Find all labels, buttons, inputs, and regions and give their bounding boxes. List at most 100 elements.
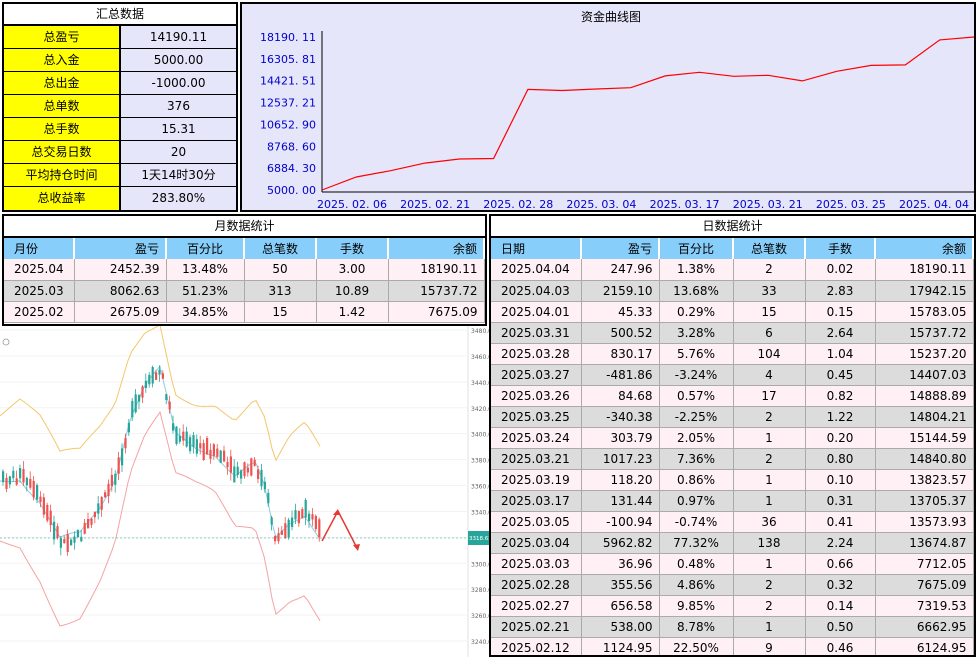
monthly-cell: 10.89 xyxy=(316,280,389,302)
candle xyxy=(308,510,311,528)
table-row[interactable]: 2025.03 8062.63 51.23% 313 10.89 15737.72 xyxy=(4,280,485,302)
table-row[interactable]: 2025.03.19 118.20 0.86% 1 0.10 13823.57 xyxy=(491,469,974,491)
candle xyxy=(161,370,164,380)
summary-row: 总入金 5000.00 xyxy=(4,49,236,72)
monthly-header-cell[interactable]: 总笔数 xyxy=(244,238,317,259)
daily-cell: 0.82 xyxy=(805,385,876,407)
daily-cell: 0.46 xyxy=(805,637,876,655)
table-row[interactable]: 2025.02.12 1124.95 22.50% 9 0.46 6124.95 xyxy=(491,637,974,655)
monthly-cell: 2025.03 xyxy=(4,280,75,302)
candle xyxy=(97,495,100,520)
candle xyxy=(274,535,277,545)
table-row[interactable]: 2025.03.28 830.17 5.76% 104 1.04 15237.20 xyxy=(491,343,974,365)
candle xyxy=(49,504,52,532)
daily-cell: 2025.04.04 xyxy=(491,259,582,281)
summary-label: 总手数 xyxy=(4,118,121,140)
y-tick-label: 18190. 11 xyxy=(260,31,316,44)
monthly-cell: 2025.02 xyxy=(4,301,75,323)
chart-menu-icon[interactable] xyxy=(2,338,10,346)
table-row[interactable]: 2025.03.21 1017.23 7.36% 2 0.80 14840.80 xyxy=(491,448,974,470)
candle xyxy=(73,531,76,550)
price-tick-label: 3460.00 xyxy=(471,354,489,361)
daily-cell: 1 xyxy=(733,490,806,512)
candle xyxy=(216,444,219,459)
monthly-cell: 313 xyxy=(244,280,317,302)
daily-header-cell[interactable]: 盈亏 xyxy=(581,238,660,259)
daily-cell: 2 xyxy=(733,574,806,596)
daily-cell: 1.04 xyxy=(805,343,876,365)
daily-cell: 2025.04.03 xyxy=(491,280,582,302)
table-row[interactable]: 2025.03.04 5962.82 77.32% 138 2.24 13674.87 xyxy=(491,532,974,554)
monthly-header-cell[interactable]: 月份 xyxy=(4,238,75,259)
daily-cell: 2025.02.21 xyxy=(491,616,582,638)
candlestick-chart-panel[interactable]: 3480.00 3460.00 3440.00 3420.00 3400.00 3380.… xyxy=(0,326,489,657)
x-tick-label: 2025. 03. 21 xyxy=(733,198,803,210)
daily-cell: -100.94 xyxy=(581,511,660,533)
daily-cell: 6124.95 xyxy=(875,637,974,655)
x-tick-label: 2025. 03. 25 xyxy=(816,198,886,210)
monthly-header-cell[interactable]: 百分比 xyxy=(166,238,245,259)
summary-label: 总交易日数 xyxy=(4,141,121,163)
monthly-header-cell[interactable]: 盈亏 xyxy=(74,238,167,259)
daily-header-cell[interactable]: 百分比 xyxy=(659,238,734,259)
daily-cell: 2159.10 xyxy=(581,280,660,302)
table-row[interactable]: 2025.03.05 -100.94 -0.74% 36 0.41 13573.93 xyxy=(491,511,974,533)
table-row[interactable]: 2025.03.31 500.52 3.28% 6 2.64 15737.72 xyxy=(491,322,974,344)
candle xyxy=(29,471,32,490)
daily-cell: 15 xyxy=(733,301,806,323)
daily-stats-panel: 日数据统计 日期 盈亏 百分比 总笔数 手数 余额 2025.04.04 247.96 1.3… xyxy=(489,214,976,657)
table-row[interactable]: 2025.02.28 355.56 4.86% 2 0.32 7675.09 xyxy=(491,574,974,596)
table-row[interactable]: 2025.04.01 45.33 0.29% 15 0.15 15783.05 xyxy=(491,301,974,323)
table-row[interactable]: 2025.04.03 2159.10 13.68% 33 2.83 17942.15 xyxy=(491,280,974,302)
daily-cell: 14888.89 xyxy=(875,385,974,407)
table-row[interactable]: 2025.02 2675.09 34.85% 15 1.42 7675.09 xyxy=(4,301,485,323)
candle xyxy=(178,428,181,444)
table-row[interactable]: 2025.02.21 538.00 8.78% 1 0.50 6662.95 xyxy=(491,616,974,638)
daily-cell: 2025.04.01 xyxy=(491,301,582,323)
daily-header-cell[interactable]: 手数 xyxy=(805,238,876,259)
table-row[interactable]: 2025.02.27 656.58 9.85% 2 0.14 7319.53 xyxy=(491,595,974,617)
candle xyxy=(233,459,236,483)
monthly-header-cell[interactable]: 余额 xyxy=(388,238,485,259)
candle xyxy=(291,510,294,531)
table-row[interactable]: 2025.03.17 131.44 0.97% 1 0.31 13705.37 xyxy=(491,490,974,512)
candle xyxy=(66,529,69,556)
x-tick-label: 2025. 02. 06 xyxy=(317,198,387,210)
summary-row: 平均持仓时间 1天14时30分 xyxy=(4,164,236,187)
summary-value: 15.31 xyxy=(121,118,236,140)
y-tick-label: 5000. 00 xyxy=(267,184,316,197)
candle xyxy=(59,536,62,556)
candle xyxy=(144,373,147,393)
daily-cell: 0.31 xyxy=(805,490,876,512)
monthly-header-cell[interactable]: 手数 xyxy=(316,238,389,259)
daily-cell: 1 xyxy=(733,553,806,575)
table-row[interactable]: 2025.03.25 -340.38 -2.25% 2 1.22 14804.21 xyxy=(491,406,974,428)
candle xyxy=(175,426,178,446)
daily-header-cell[interactable]: 余额 xyxy=(875,238,974,259)
table-row[interactable]: 2025.03.03 36.96 0.48% 1 0.66 7712.05 xyxy=(491,553,974,575)
table-row[interactable]: 2025.04.04 247.96 1.38% 2 0.02 18190.11 xyxy=(491,259,974,281)
daily-cell: 2.24 xyxy=(805,532,876,554)
daily-cell: 1.22 xyxy=(805,406,876,428)
daily-cell: -2.25% xyxy=(659,406,734,428)
daily-cell: 0.32 xyxy=(805,574,876,596)
candle xyxy=(206,436,209,455)
candle xyxy=(219,449,222,463)
summary-value: 20 xyxy=(121,141,236,163)
daily-header-cell[interactable]: 日期 xyxy=(491,238,582,259)
monthly-body: 2025.04 2452.39 13.48% 50 3.00 18190.11 2025.0… xyxy=(4,259,485,323)
daily-cell: 2025.03.21 xyxy=(491,448,582,470)
daily-cell: 4.86% xyxy=(659,574,734,596)
table-row[interactable]: 2025.03.26 84.68 0.57% 17 0.82 14888.89 xyxy=(491,385,974,407)
table-row[interactable]: 2025.03.27 -481.86 -3.24% 4 0.45 14407.03 xyxy=(491,364,974,386)
table-row[interactable]: 2025.03.24 303.79 2.05% 1 0.20 15144.59 xyxy=(491,427,974,449)
forecast-up-arrow xyxy=(321,510,339,542)
candle xyxy=(42,493,45,519)
daily-header-cell[interactable]: 总笔数 xyxy=(733,238,806,259)
band-upper-line xyxy=(0,326,321,462)
summary-label: 总出金 xyxy=(4,72,121,94)
y-tick-label: 8768. 60 xyxy=(267,140,316,153)
table-row[interactable]: 2025.04 2452.39 13.48% 50 3.00 18190.11 xyxy=(4,259,485,281)
candlestick-chart[interactable]: 3480.00 3460.00 3440.00 3420.00 3400.00 3380.… xyxy=(0,326,489,657)
daily-cell: 15144.59 xyxy=(875,427,974,449)
